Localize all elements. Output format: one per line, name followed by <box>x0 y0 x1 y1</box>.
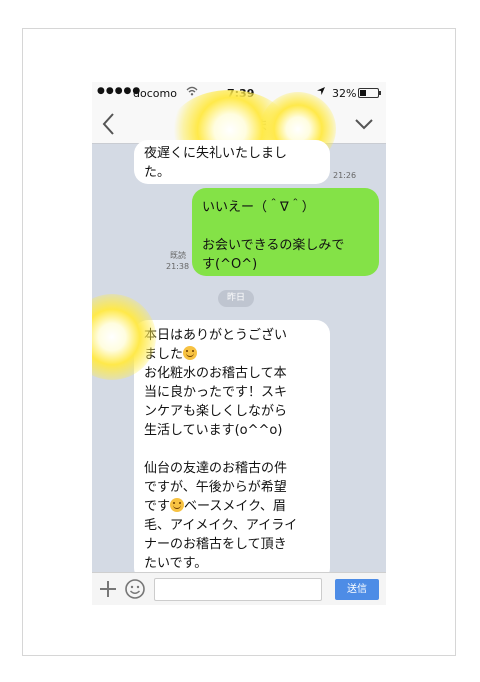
message-input[interactable] <box>154 578 322 601</box>
message-text: 当に良かったです！スキ <box>144 385 288 400</box>
status-bar: ●●●●● docomo 7:39 32% <box>92 82 386 104</box>
message-text <box>202 217 369 236</box>
incoming-message[interactable]: 本日はありがとうござい ました お化粧水のお稽古して本 当に良かったです！スキ … <box>134 320 330 582</box>
message-text: ナーのお稽古をして頂き <box>144 537 287 552</box>
smile-emoji-icon <box>183 346 198 360</box>
message-text: 生活しています(o^^o) <box>144 423 283 438</box>
clock: 7:39 <box>227 87 255 100</box>
carrier-name: docomo <box>133 87 177 100</box>
message-text: 夜遅くに失礼いたしまし <box>144 146 288 161</box>
outgoing-message[interactable]: いいえー（＾∇＾） お会いできるの楽しみで す(^O^) <box>192 188 379 276</box>
message-text-line: ました <box>144 345 320 364</box>
message-text: ンケアも楽しくしながら <box>144 404 288 419</box>
message-list[interactable]: 夜遅くに失礼いたしまし た。 21:26 いいえー（＾∇＾） お会いできるの楽し… <box>92 140 386 582</box>
battery-percent: 32% <box>332 87 357 100</box>
message-time: 21:26 <box>333 171 357 180</box>
message-text: です <box>144 499 171 514</box>
message-text: 仙台の友達のお稽古の件 <box>144 461 288 476</box>
smile-emoji-icon <box>170 498 185 512</box>
message-text: た。 <box>144 165 171 180</box>
message-text: お会いできるの楽しみで <box>202 238 345 253</box>
message-text: ですが、午後からが希望 <box>144 480 287 495</box>
wifi-icon <box>186 86 198 99</box>
chat-title: さま <box>242 119 269 134</box>
message-text: いいえー（＾∇＾） <box>202 200 315 215</box>
message-text: ました <box>144 347 184 362</box>
message-time: 21:38 <box>166 262 190 271</box>
battery-fill <box>360 90 366 96</box>
read-receipt: 既読 <box>170 251 186 260</box>
send-button[interactable]: 送信 <box>335 579 379 600</box>
chat-header: さま <box>92 104 386 144</box>
battery-icon <box>358 88 381 98</box>
message-text: す(^O^) <box>202 257 258 272</box>
input-bar: 送信 <box>92 572 386 605</box>
message-text: 本日はありがとうござい <box>144 328 288 343</box>
message-text: ベースメイク、眉 <box>184 499 286 514</box>
message-text-line: です ベースメイク、眉 <box>144 497 320 516</box>
avatar[interactable] <box>94 319 128 353</box>
location-icon <box>316 86 326 99</box>
message-text: たいです。 <box>144 556 208 571</box>
chevron-left-icon[interactable] <box>98 111 120 137</box>
chevron-down-icon[interactable] <box>354 114 374 134</box>
message-text: 毛、アイメイク、アイライ <box>144 518 298 533</box>
plus-icon[interactable] <box>98 579 118 599</box>
phone-screen: ●●●●● docomo 7:39 32% さま 夜遅くに失礼いたしまし た。 … <box>92 82 386 605</box>
incoming-message[interactable]: 夜遅くに失礼いたしまし た。 <box>134 140 330 184</box>
date-divider: 昨日 <box>218 290 254 307</box>
message-text: お化粧水のお稽古して本 <box>144 366 287 381</box>
emoji-icon[interactable] <box>124 578 146 600</box>
